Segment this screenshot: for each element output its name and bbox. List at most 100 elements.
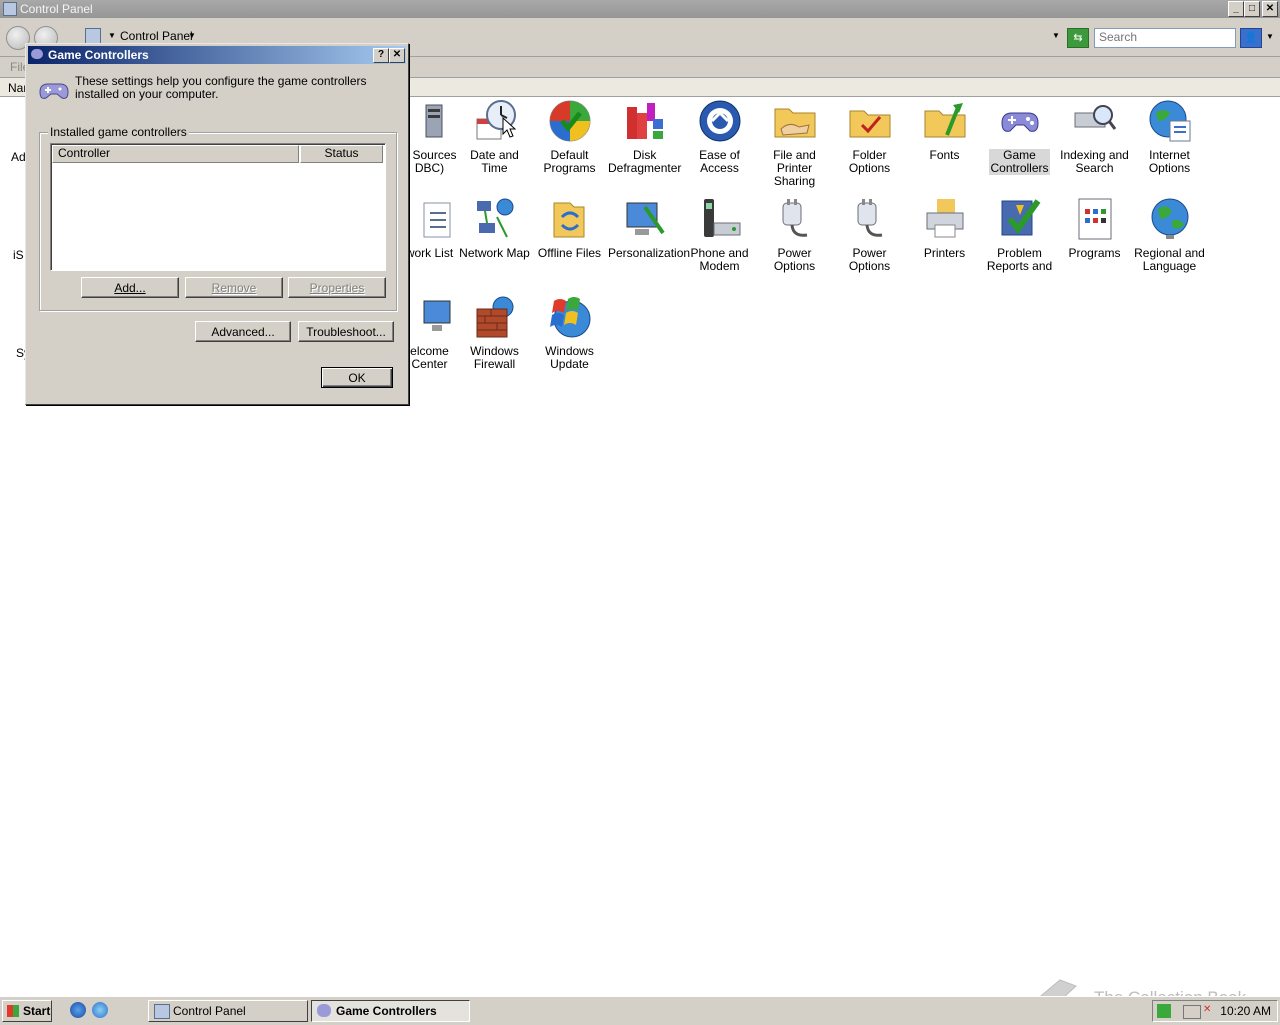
advanced-button[interactable]: Advanced... (195, 321, 291, 342)
item-label: Indexing and Search (1059, 149, 1130, 175)
control-panel-icon (154, 1004, 170, 1019)
gamepad-icon (998, 99, 1042, 143)
close-button[interactable]: ✕ (1262, 1, 1278, 17)
refresh-button[interactable]: ⇆ (1067, 28, 1089, 48)
help-button[interactable]: ? (373, 48, 389, 63)
label-line: Windows (545, 344, 594, 358)
network-icon[interactable] (1183, 1005, 1201, 1019)
phone-modem-icon (698, 197, 742, 241)
remove-button[interactable]: Remove (185, 277, 283, 298)
group-label: Installed game controllers (48, 125, 189, 139)
item-disk-defragmenter[interactable]: Disk Defragmenter (607, 99, 682, 175)
label-line: Defragmenter (608, 161, 682, 175)
taskbar-item-control-panel[interactable]: Control Panel (148, 1000, 308, 1022)
item-label: a Sources DBC) (401, 149, 457, 175)
welcome-center-icon (408, 295, 452, 339)
address-dropdown-icon[interactable]: ▼ (1052, 31, 1060, 40)
label-line: Reports and (986, 259, 1053, 273)
item-label: elcome Center (409, 345, 450, 371)
item-date-and-time[interactable]: Date and Time (457, 99, 532, 175)
programs-icon (1073, 197, 1117, 241)
label-line: Regional and (1134, 246, 1205, 260)
column-controller[interactable]: Controller (52, 145, 299, 163)
item-offline-files[interactable]: Offline Files (532, 197, 607, 260)
item-indexing-and-search[interactable]: Indexing and Search (1057, 99, 1132, 175)
printer-icon (923, 197, 967, 241)
defrag-icon (623, 99, 667, 143)
security-icon[interactable] (1157, 1004, 1171, 1018)
taskbar-item-game-controllers[interactable]: Game Controllers (311, 1000, 470, 1022)
item-personalization[interactable]: Personalization (607, 197, 690, 260)
dialog-close-button[interactable]: ✕ (389, 48, 405, 63)
label-line: Center (411, 357, 448, 371)
chevron-down-icon[interactable]: ▼ (1266, 32, 1274, 41)
personalization-icon (623, 197, 667, 241)
item-file-and-printer-sharing[interactable]: File and Printer Sharing (757, 99, 832, 188)
dialog-title: Game Controllers (48, 48, 149, 62)
search-box[interactable] (1094, 28, 1236, 48)
item-label: Network Map (459, 246, 530, 260)
start-button[interactable]: Start (2, 1000, 52, 1022)
item-label: Disk Defragmenter (607, 149, 682, 175)
item-label: Ease of Access (698, 149, 741, 175)
breadcrumb[interactable]: Control Panel (120, 29, 193, 43)
item-label: Windows Firewall (469, 345, 520, 371)
item-windows-firewall[interactable]: Windows Firewall (457, 295, 532, 371)
item-folder-options[interactable]: Folder Options (832, 99, 907, 175)
item-power-options[interactable]: Power Options (757, 197, 832, 273)
sharing-folder-icon (773, 99, 817, 143)
label-line: elcome (410, 344, 449, 358)
button-label: Remove (211, 281, 257, 295)
partial-item-label[interactable]: Ad (11, 150, 26, 164)
search-options-icon[interactable]: 👤 (1240, 28, 1262, 48)
chevron-down-icon[interactable]: ▼ (108, 31, 116, 40)
item-label: Problem Reports and (986, 247, 1053, 273)
item-windows-update[interactable]: Windows Update (532, 295, 607, 371)
maximize-button[interactable]: □ (1244, 1, 1260, 17)
partial-item-label[interactable]: iS (13, 248, 24, 262)
item-network-map[interactable]: Network Map (457, 197, 532, 260)
properties-button[interactable]: Properties (288, 277, 386, 298)
minimize-button[interactable]: _ (1228, 1, 1244, 17)
item-label: Game Controllers (989, 149, 1050, 175)
item-regional-and-language[interactable]: Regional and Language (1132, 197, 1207, 273)
controllers-list[interactable]: Controller Status (50, 143, 386, 271)
gamepad-icon (39, 83, 69, 99)
item-label: Folder Options (848, 148, 891, 175)
internet-explorer-icon[interactable] (70, 1002, 86, 1018)
item-default-programs[interactable]: Default Programs (532, 99, 607, 175)
volume-muted-icon[interactable]: ✕ (1203, 1004, 1211, 1015)
label-line: Sharing (773, 174, 816, 188)
item-power-options-2[interactable]: Power Options (832, 197, 907, 273)
clock[interactable]: 10:20 AM (1220, 1004, 1271, 1018)
item-printers[interactable]: Printers (907, 197, 982, 260)
label-line: Search (1075, 161, 1114, 175)
power-plug-icon (773, 197, 817, 241)
troubleshoot-button[interactable]: Troubleshoot... (298, 321, 394, 342)
item-fonts[interactable]: Fonts (907, 99, 982, 162)
item-game-controllers[interactable]: Game Controllers (982, 99, 1057, 175)
network-map-icon (473, 197, 517, 241)
item-problem-reports[interactable]: Problem Reports and (982, 197, 1057, 273)
fonts-folder-icon (923, 99, 967, 143)
odbc-icon (408, 99, 452, 143)
item-label: Power Options (848, 246, 891, 273)
column-status[interactable]: Status (300, 145, 383, 163)
chevron-down-icon[interactable]: ▼ (188, 31, 196, 40)
button-label: Properties (309, 281, 365, 295)
label-line: Ease of (699, 148, 740, 162)
firewall-icon (473, 295, 517, 339)
label-line: Internet (1149, 148, 1190, 162)
search-input[interactable] (1095, 29, 1235, 45)
ok-button[interactable]: OK (321, 367, 393, 388)
label-line: Controllers (990, 161, 1049, 175)
label-line: Update (550, 357, 589, 371)
add-button[interactable]: Add... (81, 277, 179, 298)
item-ease-of-access[interactable]: Ease of Access (682, 99, 757, 175)
show-desktop-icon[interactable] (92, 1002, 108, 1018)
control-panel-icon (3, 2, 17, 16)
item-phone-and-modem[interactable]: Phone and Modem (682, 197, 757, 273)
item-internet-options[interactable]: Internet Options (1132, 99, 1207, 175)
label-line: File and Printer (773, 148, 816, 175)
item-programs[interactable]: Programs (1057, 197, 1132, 260)
